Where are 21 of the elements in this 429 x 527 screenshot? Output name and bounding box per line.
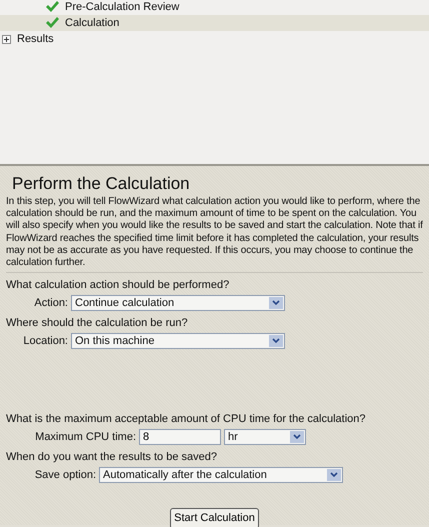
field-label: Maximum CPU time:	[34, 430, 136, 445]
field-label: Location:	[22, 334, 68, 349]
question-text: When do you want the results to be saved?	[6, 451, 218, 464]
dropdown-field[interactable]: On this machine	[71, 333, 285, 350]
panel-title: Perform the Calculation	[12, 174, 191, 194]
dropdown-field[interactable]: hr	[224, 429, 306, 446]
start-calculation-button[interactable]: Start Calculation	[170, 508, 259, 527]
dropdown-field[interactable]: Continue calculation	[71, 295, 285, 312]
field-label: Save option:	[34, 468, 96, 483]
question-text: What calculation action should be performed?	[6, 279, 230, 292]
input-field[interactable]: 8	[139, 429, 221, 446]
tree-item[interactable]: Calculation	[63, 16, 122, 30]
expand-icon[interactable]	[2, 34, 11, 44]
tree-item-highlight[interactable]: Calculation	[0, 15, 429, 31]
dropdown-field[interactable]: Automatically after the calculation	[99, 467, 343, 484]
description-text: In this step, you will tell FlowWizard what calculation action you would like to perform, where the calculation should be run, and the maximum amount of time to be spent on the calculation. You will also specify when you would like the results to be saved and start the calculation. Note that if FlowWizard reaches the specified time limit before it has completed the calculation, your results may not be as accurate as you have requested. If this occurs, you may choose to continue the calculation further.	[6, 196, 423, 274]
question-text: Where should the calculation be run?	[6, 317, 189, 330]
question-text: What is the maximum acceptable amount of CPU time for the calculation?	[6, 413, 366, 426]
tree-item[interactable]: Results	[15, 32, 56, 46]
field-label: Action:	[33, 296, 68, 311]
tree-item[interactable]: Pre-Calculation Review	[63, 0, 182, 14]
